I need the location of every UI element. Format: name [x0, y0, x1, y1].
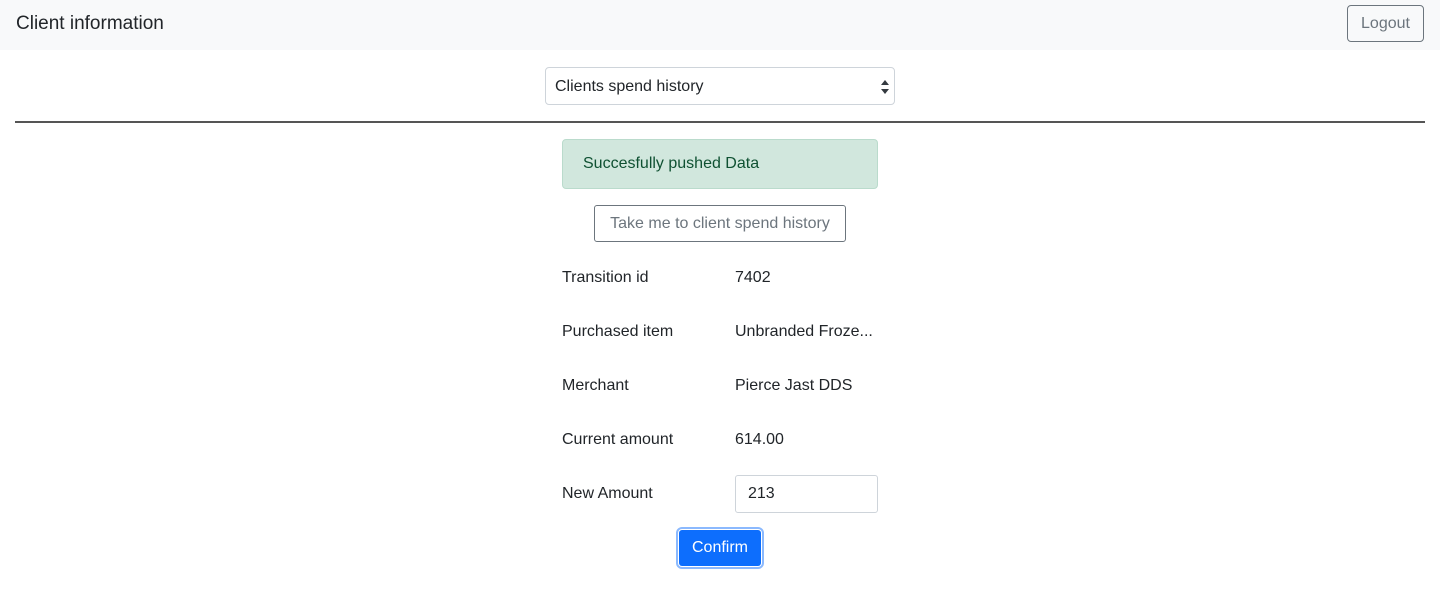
- transition-id-value: 7402: [735, 269, 771, 286]
- client-spend-history-button[interactable]: Take me to client spend history: [594, 205, 846, 242]
- new-amount-label: New Amount: [562, 485, 653, 502]
- success-alert: Succesfully pushed Data: [562, 139, 878, 189]
- success-alert-message: Succesfully pushed Data: [583, 155, 760, 172]
- logout-button[interactable]: Logout: [1347, 5, 1424, 42]
- view-select-value: Clients spend history: [555, 78, 704, 95]
- transition-id-label: Transition id: [562, 269, 649, 286]
- merchant-value: Pierce Jast DDS: [735, 377, 853, 394]
- merchant-label: Merchant: [562, 377, 629, 394]
- new-amount-input[interactable]: [735, 475, 878, 513]
- page-title: Client information: [16, 13, 164, 34]
- section-divider: [15, 121, 1425, 123]
- view-select[interactable]: Clients spend history: [545, 67, 895, 105]
- current-amount-value: 614.00: [735, 431, 784, 448]
- confirm-button[interactable]: Confirm: [676, 527, 764, 569]
- top-navbar: Client information Logout: [0, 0, 1440, 50]
- purchased-item-value: Unbranded Froze...: [735, 323, 873, 340]
- sort-arrows-icon: [881, 80, 889, 94]
- current-amount-label: Current amount: [562, 431, 674, 448]
- purchased-item-label: Purchased item: [562, 323, 674, 340]
